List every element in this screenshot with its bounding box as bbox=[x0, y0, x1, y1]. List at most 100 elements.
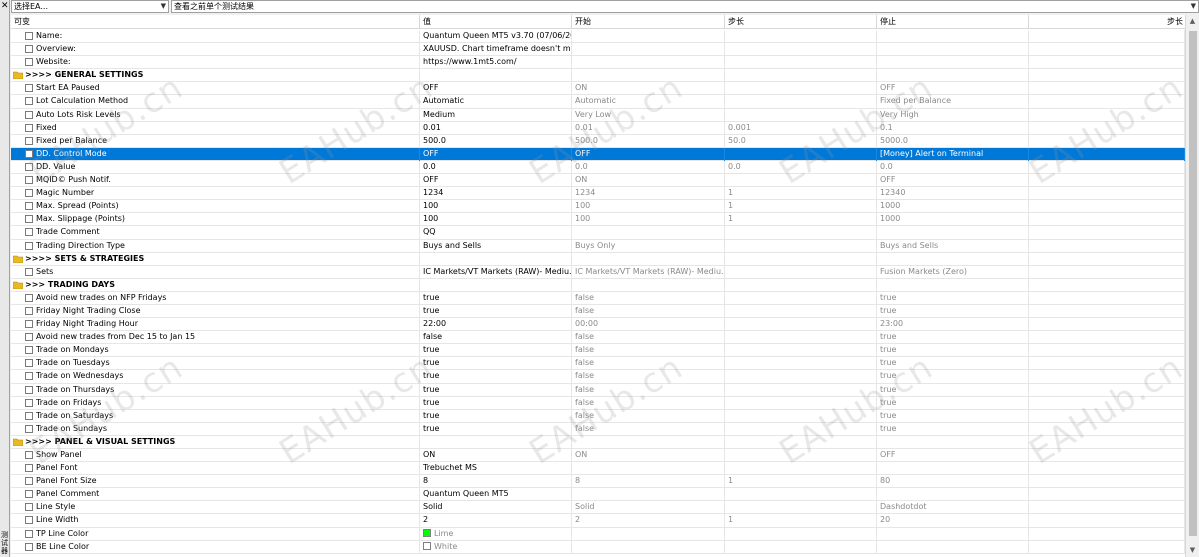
variable-cell[interactable]: Sets bbox=[11, 265, 420, 279]
start-cell[interactable]: 500.0 bbox=[572, 134, 725, 148]
step-cell[interactable] bbox=[725, 304, 877, 318]
stop-cell[interactable] bbox=[877, 435, 1029, 449]
step2-cell[interactable] bbox=[1029, 422, 1185, 436]
variable-cell[interactable]: >>>> PANEL & VISUAL SETTINGS bbox=[11, 435, 420, 449]
table-row[interactable]: Fixed 0.01 0.01 0.001 0.1 bbox=[11, 121, 1185, 135]
step-cell[interactable] bbox=[725, 318, 877, 332]
step2-cell[interactable] bbox=[1029, 121, 1185, 135]
step-cell[interactable] bbox=[725, 370, 877, 384]
table-row[interactable]: Max. Slippage (Points) 100 100 1 1000 bbox=[11, 213, 1185, 227]
optimize-checkbox[interactable] bbox=[25, 84, 33, 93]
start-cell[interactable]: false bbox=[572, 331, 725, 345]
optimize-checkbox[interactable] bbox=[25, 267, 33, 276]
optimize-checkbox[interactable] bbox=[25, 411, 33, 420]
optimize-checkbox[interactable] bbox=[25, 162, 33, 171]
table-row[interactable]: Trade on Thursdays true false true bbox=[11, 383, 1185, 397]
start-cell[interactable]: false bbox=[572, 409, 725, 423]
start-cell[interactable]: 0.0 bbox=[572, 160, 725, 174]
variable-cell[interactable]: >>> TRADING DAYS bbox=[11, 278, 420, 292]
start-cell[interactable] bbox=[572, 252, 725, 266]
stop-cell[interactable]: 0.0 bbox=[877, 160, 1029, 174]
optimize-checkbox[interactable] bbox=[25, 176, 33, 185]
variable-cell[interactable]: Magic Number bbox=[11, 187, 420, 201]
table-row[interactable]: Panel Comment Quantum Queen MT5 bbox=[11, 488, 1185, 502]
stop-cell[interactable]: true bbox=[877, 409, 1029, 423]
optimize-checkbox[interactable] bbox=[25, 97, 33, 106]
table-row[interactable]: Trade on Fridays true false true bbox=[11, 396, 1185, 410]
value-cell[interactable]: 0.01 bbox=[420, 121, 572, 135]
variable-cell[interactable]: Trade on Saturdays bbox=[11, 409, 420, 423]
table-row[interactable]: Trade on Tuesdays true false true bbox=[11, 357, 1185, 371]
variable-cell[interactable]: Panel Comment bbox=[11, 488, 420, 502]
step2-cell[interactable] bbox=[1029, 108, 1185, 122]
value-cell[interactable]: true bbox=[420, 396, 572, 410]
step-cell[interactable]: 1 bbox=[725, 475, 877, 489]
step2-cell[interactable] bbox=[1029, 514, 1185, 528]
start-cell[interactable]: Automatic bbox=[572, 95, 725, 109]
stop-cell[interactable]: 80 bbox=[877, 475, 1029, 489]
value-cell[interactable]: OFF bbox=[420, 147, 572, 161]
start-cell[interactable]: false bbox=[572, 344, 725, 358]
optimize-checkbox[interactable] bbox=[25, 110, 33, 119]
step-cell[interactable]: 1 bbox=[725, 514, 877, 528]
table-row[interactable]: Start EA Paused OFF ON OFF bbox=[11, 82, 1185, 96]
stop-cell[interactable]: OFF bbox=[877, 449, 1029, 462]
variable-cell[interactable]: Lot Calculation Method bbox=[11, 95, 420, 109]
start-cell[interactable]: 8 bbox=[572, 475, 725, 489]
optimize-checkbox[interactable] bbox=[25, 241, 33, 250]
value-cell[interactable] bbox=[420, 278, 572, 292]
step-cell[interactable] bbox=[725, 331, 877, 345]
column-header-stop[interactable]: 停止 bbox=[877, 15, 1029, 29]
start-cell[interactable]: ON bbox=[572, 174, 725, 188]
stop-cell[interactable] bbox=[877, 278, 1029, 292]
step-cell[interactable] bbox=[725, 540, 877, 554]
column-header-variable[interactable]: 可变 bbox=[11, 15, 420, 29]
step2-cell[interactable] bbox=[1029, 383, 1185, 397]
optimize-checkbox[interactable] bbox=[25, 215, 33, 224]
value-cell[interactable]: QQ bbox=[420, 226, 572, 240]
variable-cell[interactable]: DD. Control Mode bbox=[11, 147, 420, 161]
column-header-start[interactable]: 开始 bbox=[572, 15, 725, 29]
previous-results-dropdown[interactable]: 查看之前单个测试结果 ▼ bbox=[171, 0, 1199, 13]
value-cell[interactable]: true bbox=[420, 291, 572, 305]
step-cell[interactable] bbox=[725, 147, 877, 161]
step-cell[interactable] bbox=[725, 449, 877, 462]
stop-cell[interactable] bbox=[877, 226, 1029, 240]
stop-cell[interactable]: 1000 bbox=[877, 213, 1029, 227]
step2-cell[interactable] bbox=[1029, 449, 1185, 462]
start-cell[interactable]: ON bbox=[572, 82, 725, 96]
optimize-checkbox[interactable] bbox=[25, 359, 33, 368]
optimize-checkbox[interactable] bbox=[25, 346, 33, 355]
value-cell[interactable]: OFF bbox=[420, 174, 572, 188]
value-cell[interactable]: false bbox=[420, 331, 572, 345]
step-cell[interactable]: 1 bbox=[725, 200, 877, 214]
step2-cell[interactable] bbox=[1029, 501, 1185, 515]
stop-cell[interactable]: Dashdotdot bbox=[877, 501, 1029, 515]
variable-cell[interactable]: Line Style bbox=[11, 501, 420, 515]
variable-cell[interactable]: Max. Spread (Points) bbox=[11, 200, 420, 214]
step-cell[interactable]: 50.0 bbox=[725, 134, 877, 148]
table-row[interactable]: Avoid new trades from Dec 15 to Jan 15 fa… bbox=[11, 331, 1185, 345]
table-row[interactable]: Sets IC Markets/VT Markets (RAW)- Mediu..… bbox=[11, 265, 1185, 279]
step2-cell[interactable] bbox=[1029, 357, 1185, 371]
table-row[interactable]: DD. Control Mode OFF OFF [Money] Alert on T… bbox=[11, 147, 1185, 161]
variable-cell[interactable]: Trade on Fridays bbox=[11, 396, 420, 410]
start-cell[interactable] bbox=[572, 462, 725, 476]
optimize-checkbox[interactable] bbox=[25, 149, 33, 158]
step2-cell[interactable] bbox=[1029, 331, 1185, 345]
table-row[interactable]: Trade on Mondays true false true bbox=[11, 344, 1185, 358]
variable-cell[interactable]: Friday Night Trading Close bbox=[11, 304, 420, 318]
start-cell[interactable]: Solid bbox=[572, 501, 725, 515]
start-cell[interactable] bbox=[572, 435, 725, 449]
variable-cell[interactable]: Trade on Thursdays bbox=[11, 383, 420, 397]
stop-cell[interactable] bbox=[877, 488, 1029, 502]
optimize-checkbox[interactable] bbox=[25, 228, 33, 237]
variable-cell[interactable]: Auto Lots Risk Levels bbox=[11, 108, 420, 122]
variable-cell[interactable]: Name: bbox=[11, 30, 420, 43]
start-cell[interactable] bbox=[572, 278, 725, 292]
stop-cell[interactable] bbox=[877, 56, 1029, 70]
value-cell[interactable] bbox=[420, 435, 572, 449]
variable-cell[interactable]: Avoid new trades from Dec 15 to Jan 15 bbox=[11, 331, 420, 345]
step2-cell[interactable] bbox=[1029, 252, 1185, 266]
value-cell[interactable]: 0.0 bbox=[420, 160, 572, 174]
